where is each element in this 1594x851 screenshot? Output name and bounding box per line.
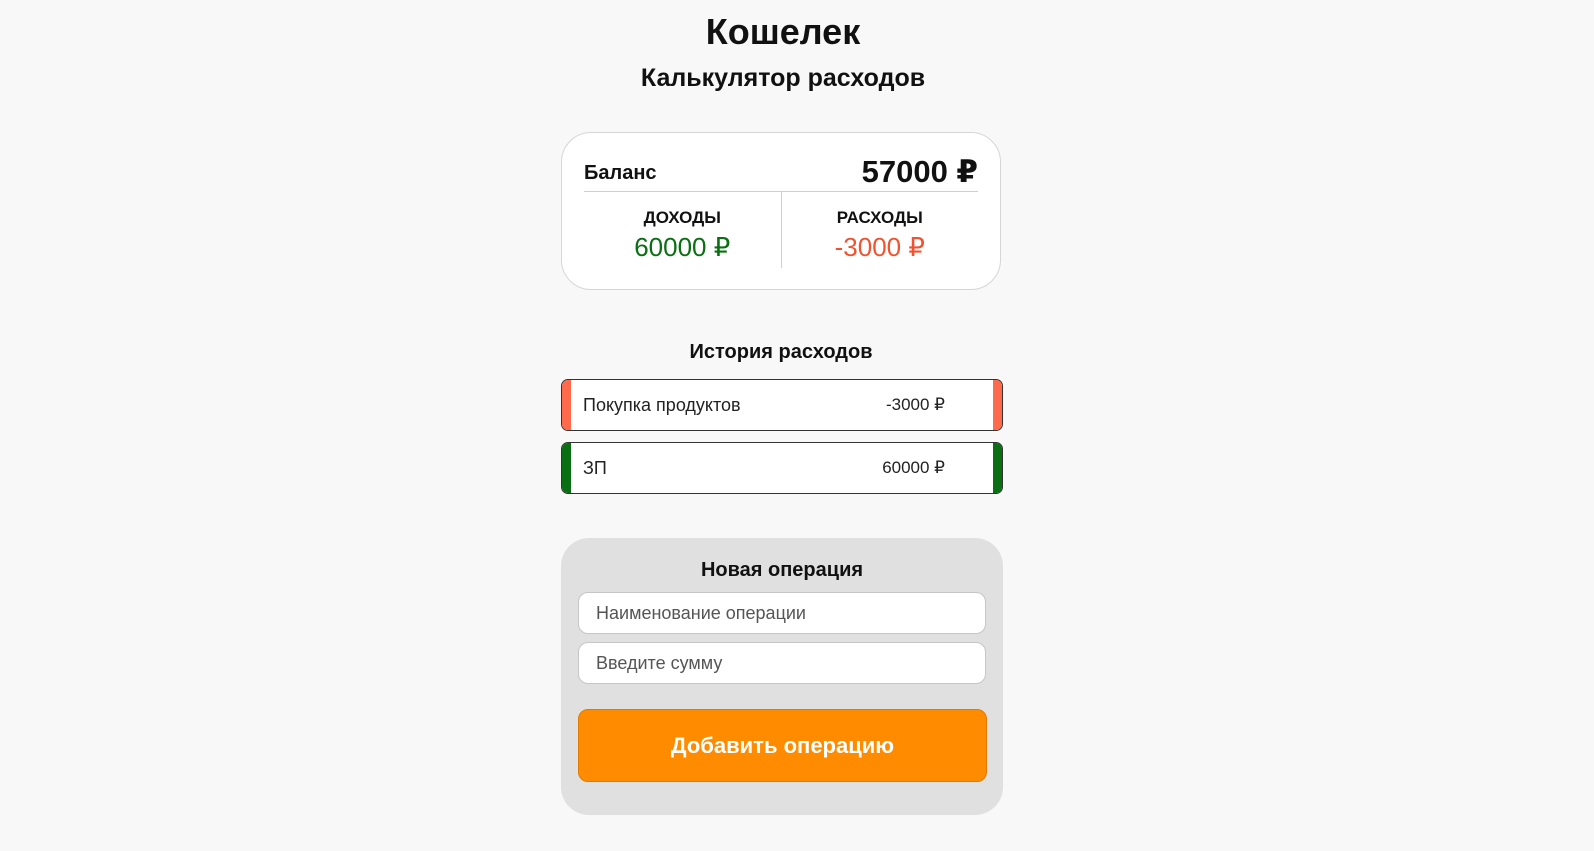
history-list: Покупка продуктов -3000 ₽ ЗП 60000 ₽ bbox=[561, 379, 1003, 505]
history-item[interactable]: ЗП 60000 ₽ bbox=[561, 442, 1003, 494]
income-expense-summary: ДОХОДЫ 60000 ₽ РАСХОДЫ -3000 ₽ bbox=[584, 192, 978, 268]
history-item-name: ЗП bbox=[583, 457, 607, 478]
balance-label: Баланс bbox=[584, 162, 657, 184]
app-title: Кошелек bbox=[705, 11, 861, 52]
balance-value: 57000 ₽ bbox=[861, 154, 978, 189]
income-summary: ДОХОДЫ 60000 ₽ bbox=[584, 192, 781, 268]
history-item-name: Покупка продуктов bbox=[583, 394, 741, 415]
income-stripe-left bbox=[562, 443, 571, 493]
operation-amount-input[interactable] bbox=[578, 642, 986, 684]
expense-stripe-left bbox=[562, 380, 571, 430]
expense-summary: РАСХОДЫ -3000 ₽ bbox=[780, 192, 979, 268]
income-value: 60000 ₽ bbox=[634, 232, 731, 262]
balance-card: Баланс 57000 ₽ ДОХОДЫ 60000 ₽ РАСХОДЫ -3… bbox=[561, 132, 1001, 290]
operation-name-input[interactable] bbox=[578, 592, 986, 634]
new-operation-form: Новая операция Добавить операцию bbox=[561, 538, 1003, 815]
new-operation-title: Новая операция bbox=[700, 559, 864, 581]
app-subtitle: Калькулятор расходов bbox=[640, 64, 926, 92]
history-item-amount: 60000 ₽ bbox=[882, 458, 945, 477]
add-operation-button[interactable]: Добавить операцию bbox=[578, 709, 987, 782]
expense-label: РАСХОДЫ bbox=[836, 208, 923, 227]
wallet-page: Кошелек Калькулятор расходов Баланс 5700… bbox=[0, 0, 1594, 851]
income-stripe-right bbox=[993, 443, 1002, 493]
history-title: История расходов bbox=[689, 341, 873, 363]
expense-value: -3000 ₽ bbox=[834, 232, 925, 262]
income-label: ДОХОДЫ bbox=[643, 208, 721, 227]
expense-stripe-right bbox=[993, 380, 1002, 430]
history-item[interactable]: Покупка продуктов -3000 ₽ bbox=[561, 379, 1003, 431]
history-item-amount: -3000 ₽ bbox=[885, 395, 945, 414]
balance-row: Баланс 57000 ₽ bbox=[584, 151, 978, 192]
